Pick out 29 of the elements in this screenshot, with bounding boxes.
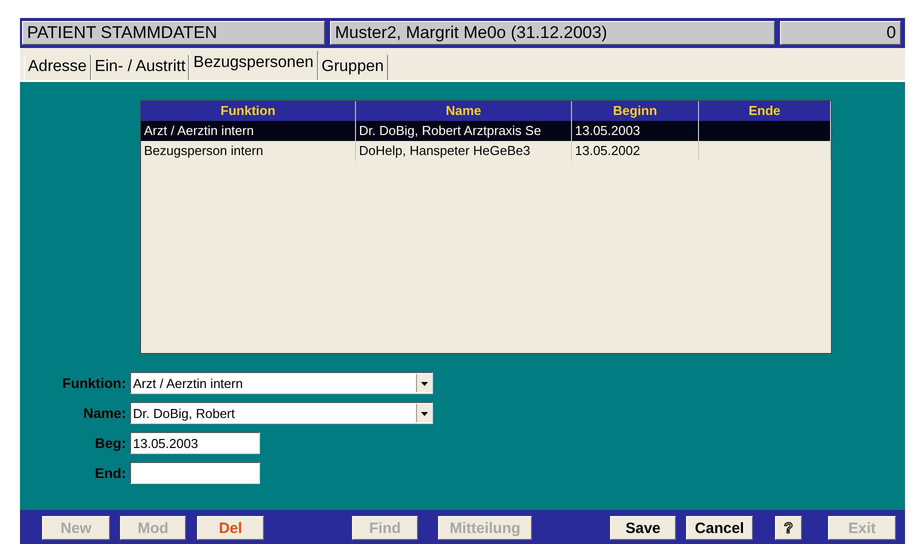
action-button[interactable]: Cancel [686,516,753,540]
count-field: 0 [780,21,901,45]
table-cell[interactable]: DoHelp, Hanspeter HeGeBe3 [356,141,572,161]
field-label: Funktion: [61,375,127,391]
patient-field: Muster2, Margrit Me0o (31.12.2003) [330,21,775,45]
table-cell[interactable]: Arzt / Aerztin intern [141,121,356,141]
column-header[interactable]: Beginn [572,101,699,121]
table-cell[interactable]: 13.05.2003 [572,121,699,141]
column-header[interactable]: Ende [699,101,831,121]
input-field[interactable] [130,462,260,484]
tab[interactable]: Bezugspersonen [189,51,318,80]
table-cell[interactable]: Bezugsperson intern [141,141,356,161]
column-header[interactable]: Name [356,101,572,121]
tab[interactable]: Ein- / Austritt [90,55,190,80]
table-cell[interactable]: Dr. DoBig, Robert Arztpraxis Se [356,121,572,141]
tab[interactable]: Adresse [24,55,91,80]
input-field[interactable]: 13.05.2003 [130,432,260,454]
action-button[interactable]: Save [610,516,676,540]
field-label: End: [94,465,127,481]
help-button[interactable]: ? [775,516,802,540]
column-header[interactable]: Funktion [141,101,356,121]
field-label: Beg: [94,435,127,451]
window-title: PATIENT STAMMDATEN [22,21,325,45]
table-cell[interactable]: 13.05.2002 [572,141,699,161]
dropdown-field[interactable]: Dr. DoBig, Robert [130,402,433,424]
table-cell[interactable] [699,121,831,141]
tab[interactable]: Gruppen [318,55,388,80]
dropdown-field[interactable]: Arzt / Aerztin intern [130,372,433,394]
field-label: Name: [82,405,127,421]
